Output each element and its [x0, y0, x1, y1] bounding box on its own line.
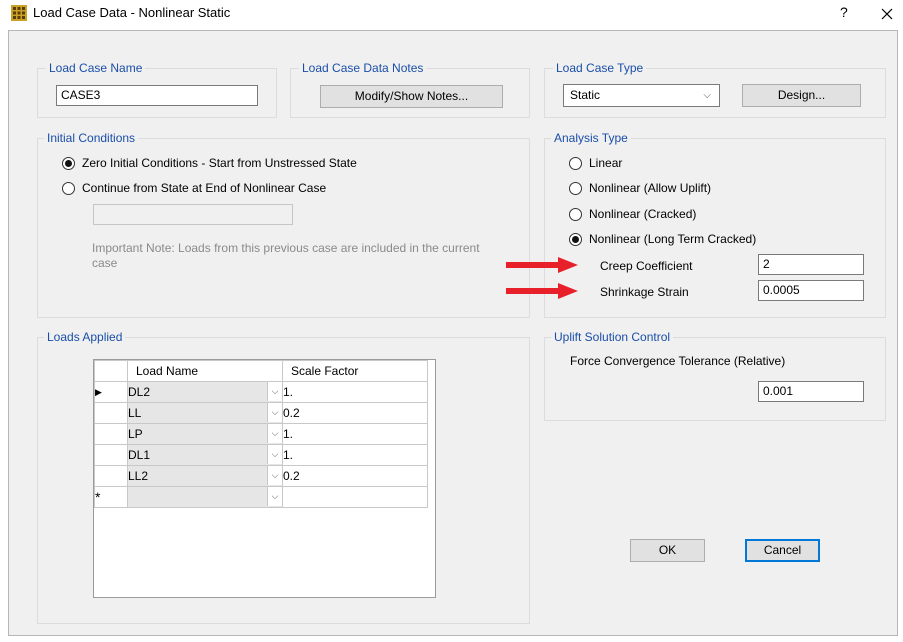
creep-coefficient-input[interactable]: 2 [758, 254, 864, 275]
load-case-type-legend: Load Case Type [553, 61, 647, 76]
table-row[interactable]: LL ⌵ 0.2 [94, 402, 428, 424]
scale-factor-cell[interactable] [282, 486, 428, 508]
analysis-type-long-term-label: Nonlinear (Long Term Cracked) [589, 232, 757, 246]
load-name-cell[interactable]: DL2 ⌵ [127, 381, 283, 403]
continue-from-state-radio[interactable]: Continue from State at End of Nonlinear … [62, 181, 352, 197]
loads-applied-legend: Loads Applied [44, 330, 126, 345]
uplift-solution-control-group: Uplift Solution Control [544, 330, 886, 421]
load-case-name-legend: Load Case Name [46, 61, 146, 76]
force-convergence-tolerance-label: Force Convergence Tolerance (Relative) [570, 354, 786, 368]
zero-initial-conditions-label: Zero Initial Conditions - Start from Uns… [82, 156, 357, 170]
modify-show-notes-button[interactable]: Modify/Show Notes... [320, 85, 503, 108]
analysis-type-cracked-label: Nonlinear (Cracked) [589, 207, 697, 221]
radio-unselected-icon [569, 208, 582, 221]
load-case-type-select[interactable]: Static ⌵ [563, 84, 720, 107]
load-name-cell[interactable]: DL1 ⌵ [127, 444, 283, 466]
load-case-name-input[interactable]: CASE3 [56, 85, 258, 106]
radio-unselected-icon [569, 157, 582, 170]
title-bar: Load Case Data - Nonlinear Static ? [0, 0, 903, 30]
chevron-down-icon[interactable]: ⌵ [267, 424, 282, 443]
row-header [94, 465, 128, 487]
chevron-down-icon[interactable]: ⌵ [267, 403, 282, 422]
chevron-down-icon[interactable]: ⌵ [267, 445, 282, 464]
scale-factor-cell[interactable]: 1. [282, 444, 428, 466]
analysis-type-linear-radio[interactable]: Linear [569, 156, 769, 172]
uplift-solution-control-legend: Uplift Solution Control [551, 330, 674, 345]
important-note: Important Note: Loads from this previous… [92, 241, 480, 270]
chevron-down-icon: ⌵ [703, 90, 711, 101]
load-name-value: DL2 [128, 385, 151, 399]
analysis-type-cracked-radio[interactable]: Nonlinear (Cracked) [569, 207, 769, 223]
column-header-scale-factor[interactable]: Scale Factor [282, 360, 428, 382]
analysis-type-uplift-radio[interactable]: Nonlinear (Allow Uplift) [569, 181, 769, 197]
window-title: Load Case Data - Nonlinear Static [33, 5, 231, 20]
loads-grid[interactable]: Load Name Scale Factor ▶ DL2 ⌵ 1. LL ⌵ 0.2… [93, 359, 436, 598]
new-row[interactable]: * ⌵ [94, 486, 428, 508]
radio-unselected-icon [62, 182, 75, 195]
new-row-marker: * [94, 486, 128, 508]
red-arrow-icon [506, 283, 578, 299]
row-header-corner [94, 360, 128, 382]
design-button[interactable]: Design... [742, 84, 861, 107]
load-name-cell[interactable]: LP ⌵ [127, 423, 283, 445]
load-case-type-value: Static [570, 88, 601, 102]
scale-factor-cell[interactable]: 1. [282, 381, 428, 403]
shrinkage-strain-label: Shrinkage Strain [600, 285, 689, 299]
loads-table: Load Name Scale Factor ▶ DL2 ⌵ 1. LL ⌵ 0.2… [94, 360, 428, 508]
force-convergence-tolerance-input[interactable]: 0.001 [758, 381, 864, 402]
radio-unselected-icon [569, 182, 582, 195]
load-name-value: LP [128, 427, 143, 441]
cancel-button[interactable]: Cancel [745, 539, 820, 562]
analysis-type-legend: Analysis Type [551, 131, 631, 146]
scale-factor-cell[interactable]: 0.2 [282, 402, 428, 424]
table-row[interactable]: LP ⌵ 1. [94, 423, 428, 445]
load-name-cell[interactable]: LL ⌵ [127, 402, 283, 424]
load-name-cell[interactable]: LL2 ⌵ [127, 465, 283, 487]
close-icon[interactable] [874, 2, 900, 26]
scale-factor-cell[interactable]: 1. [282, 423, 428, 445]
load-name-value: LL2 [128, 469, 149, 483]
nonlinear-case-input[interactable] [93, 204, 293, 225]
continue-from-state-label: Continue from State at End of Nonlinear … [82, 181, 327, 195]
load-name-value: DL1 [128, 448, 151, 462]
analysis-type-long-term-radio[interactable]: Nonlinear (Long Term Cracked) [569, 232, 789, 248]
creep-coefficient-label: Creep Coefficient [600, 259, 693, 273]
table-row[interactable]: ▶ DL2 ⌵ 1. [94, 381, 428, 403]
ok-button[interactable]: OK [630, 539, 705, 562]
current-row-marker: ▶ [94, 381, 128, 403]
row-header [94, 444, 128, 466]
load-name-cell[interactable]: ⌵ [127, 486, 283, 508]
chevron-down-icon[interactable]: ⌵ [267, 487, 282, 506]
column-header-load-name[interactable]: Load Name [127, 360, 283, 382]
grid-app-icon [11, 5, 27, 21]
table-row[interactable]: LL2 ⌵ 0.2 [94, 465, 428, 487]
row-header [94, 402, 128, 424]
radio-selected-icon [569, 233, 582, 246]
scale-factor-cell[interactable]: 0.2 [282, 465, 428, 487]
notes-legend: Load Case Data Notes [299, 61, 427, 76]
load-name-value: LL [128, 406, 142, 420]
analysis-type-linear-label: Linear [589, 156, 623, 170]
shrinkage-strain-input[interactable]: 0.0005 [758, 280, 864, 301]
initial-conditions-legend: Initial Conditions [44, 131, 139, 146]
table-row[interactable]: DL1 ⌵ 1. [94, 444, 428, 466]
radio-selected-icon [62, 157, 75, 170]
zero-initial-conditions-radio[interactable]: Zero Initial Conditions - Start from Uns… [62, 156, 362, 172]
help-button[interactable]: ? [840, 4, 848, 20]
table-header-row: Load Name Scale Factor [94, 360, 428, 382]
row-header [94, 423, 128, 445]
dialog-window: Load Case Data - Nonlinear Static ? Load… [0, 0, 903, 642]
red-arrow-icon [506, 257, 578, 273]
analysis-type-uplift-label: Nonlinear (Allow Uplift) [589, 181, 712, 195]
chevron-down-icon[interactable]: ⌵ [267, 382, 282, 401]
chevron-down-icon[interactable]: ⌵ [267, 466, 282, 485]
